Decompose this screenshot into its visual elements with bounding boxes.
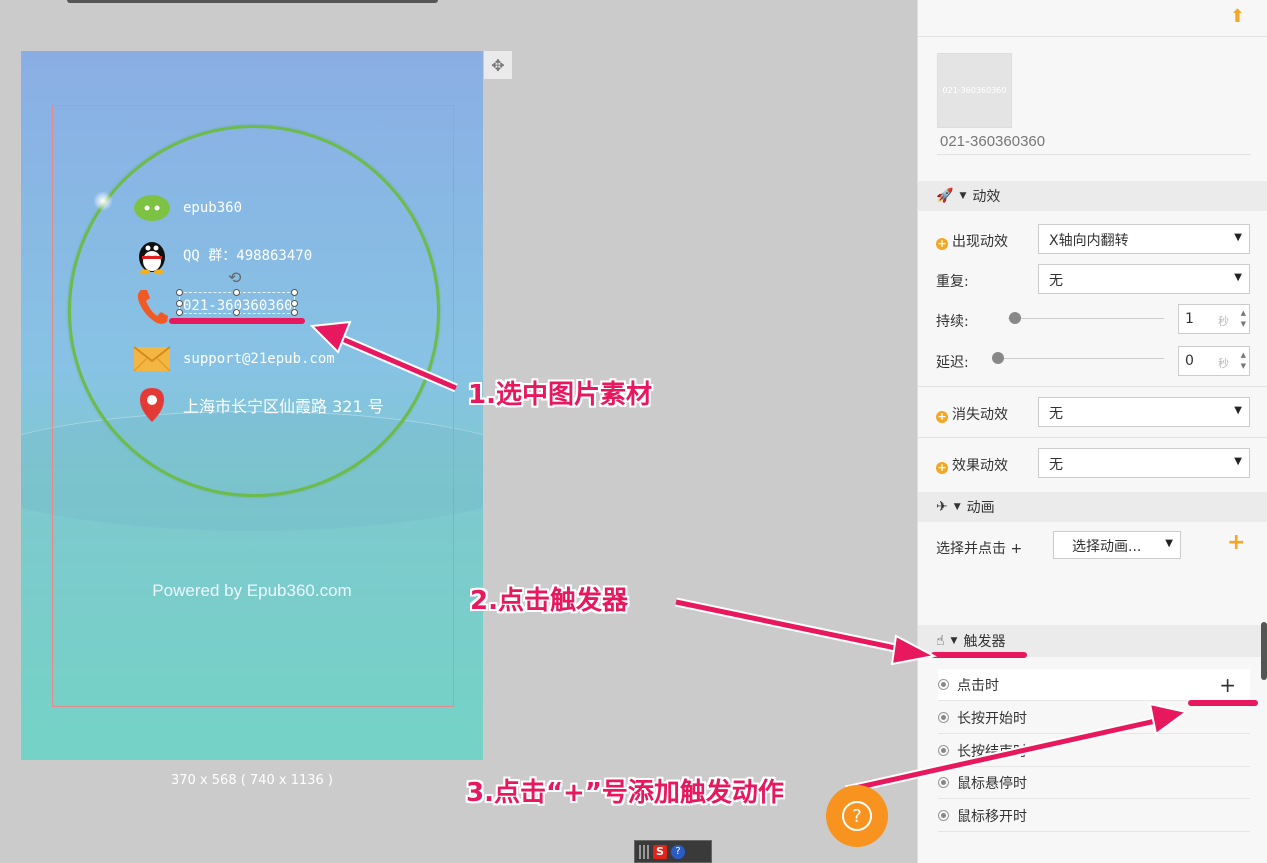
sogou-icon[interactable]: S [653, 844, 667, 859]
annotation-step3: 3.点击“+”号添加触发动作 [466, 778, 784, 808]
arrowhead-icon [1148, 702, 1189, 736]
question-icon: ? [842, 801, 872, 831]
ime-toolbar[interactable]: S ? [634, 840, 712, 863]
annotation-overlay [169, 318, 1258, 795]
annotation-arrow [675, 599, 906, 653]
arrowhead-icon [309, 320, 352, 354]
annotation-arrow [339, 335, 457, 391]
arrowhead-icon [890, 634, 937, 666]
annotation-step2: 2.点击触发器 [470, 586, 628, 616]
annotation-arrow [845, 717, 1161, 793]
grip-icon [639, 844, 649, 859]
help-icon[interactable]: ? [671, 844, 685, 859]
annotation-step1: 1.选中图片素材 [468, 380, 652, 410]
help-button[interactable]: ? [826, 785, 888, 847]
